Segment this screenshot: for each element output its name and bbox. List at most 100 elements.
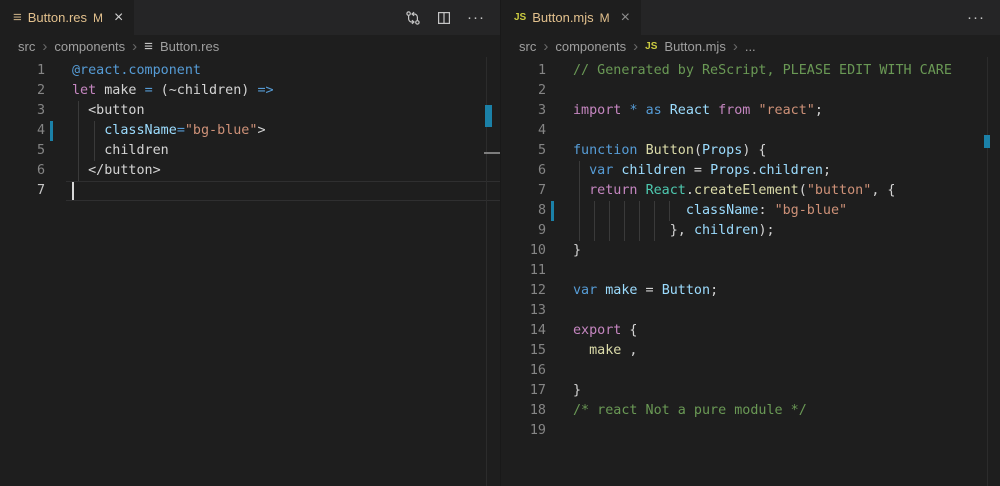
code-line[interactable]: 11	[501, 261, 1000, 281]
breadcrumb-components[interactable]: components	[555, 39, 626, 54]
code-line[interactable]: 15 make ,	[501, 341, 1000, 361]
line-number: 8	[501, 201, 546, 221]
overview-ruler-modified-marker	[984, 135, 990, 148]
code-line[interactable]: 6 var children = Props.children;	[501, 161, 1000, 181]
code-line[interactable]: 4 className="bg-blue">	[0, 121, 500, 141]
open-changes-icon[interactable]	[405, 10, 421, 26]
code-text	[546, 81, 573, 101]
code-text: export {	[546, 321, 638, 341]
code-text: <button	[45, 101, 145, 121]
split-editor-icon[interactable]	[436, 10, 452, 26]
code-text	[546, 121, 573, 141]
tabbar-right: JS Button.mjs M × ···	[501, 0, 1000, 35]
gutter-modified-indicator	[551, 201, 554, 221]
res-file-icon: ≡	[13, 10, 22, 25]
code-text	[546, 301, 573, 321]
code-line[interactable]: 7	[0, 181, 500, 201]
tab-button-res[interactable]: ≡ Button.res M ×	[0, 0, 134, 35]
code-line[interactable]: 19	[501, 421, 1000, 441]
breadcrumb-components[interactable]: components	[54, 39, 125, 54]
editor-actions-right: ···	[967, 0, 1000, 35]
tab-button-mjs[interactable]: JS Button.mjs M ×	[501, 0, 641, 35]
code-text: @react.component	[45, 61, 201, 81]
res-file-icon: ≡	[144, 39, 153, 54]
code-line[interactable]: 3 <button	[0, 101, 500, 121]
editor-actions-left: ···	[405, 0, 500, 35]
editor-group-left: ≡ Button.res M ×	[0, 0, 500, 486]
code-text	[45, 181, 72, 201]
code-line[interactable]: 9 }, children);	[501, 221, 1000, 241]
more-actions-icon[interactable]: ···	[467, 9, 485, 26]
code-line[interactable]: 2let make = (~children) =>	[0, 81, 500, 101]
line-number: 3	[501, 101, 546, 121]
vscode-window: ≡ Button.res M ×	[0, 0, 1000, 486]
code-text: className: "bg-blue"	[546, 201, 847, 221]
code-line[interactable]: 6 </button>	[0, 161, 500, 181]
line-number: 6	[501, 161, 546, 181]
breadcrumb-src[interactable]: src	[519, 39, 536, 54]
line-number: 14	[501, 321, 546, 341]
line-number: 13	[501, 301, 546, 321]
line-number: 4	[501, 121, 546, 141]
js-file-icon: JS	[645, 41, 657, 52]
code-text	[546, 261, 573, 281]
line-number: 5	[0, 141, 45, 161]
line-number: 7	[0, 181, 45, 201]
code-line[interactable]: 1// Generated by ReScript, PLEASE EDIT W…	[501, 61, 1000, 81]
line-number: 1	[501, 61, 546, 81]
breadcrumb-file[interactable]: Button.res	[160, 39, 219, 54]
code-line[interactable]: 13	[501, 301, 1000, 321]
code-line[interactable]: 14export {	[501, 321, 1000, 341]
code-text: /* react Not a pure module */	[546, 401, 807, 421]
code-line[interactable]: 12var make = Button;	[501, 281, 1000, 301]
code-line[interactable]: 18/* react Not a pure module */	[501, 401, 1000, 421]
editor-left[interactable]: 1@react.component2let make = (~children)…	[0, 57, 500, 486]
code-text: children	[45, 141, 169, 161]
code-line[interactable]: 8 className: "bg-blue"	[501, 201, 1000, 221]
code-line[interactable]: 16	[501, 361, 1000, 381]
breadcrumb-symbol-ellipsis[interactable]: ...	[745, 39, 756, 54]
close-tab-icon[interactable]: ×	[114, 10, 123, 26]
code-text: make ,	[546, 341, 638, 361]
code-text: }	[546, 381, 581, 401]
more-actions-icon[interactable]: ···	[967, 9, 985, 26]
tab-title: Button.mjs	[532, 10, 593, 25]
chevron-right-icon: ›	[633, 39, 638, 54]
line-number: 11	[501, 261, 546, 281]
tabbar-left: ≡ Button.res M ×	[0, 0, 500, 35]
code-line[interactable]: 2	[501, 81, 1000, 101]
line-number: 15	[501, 341, 546, 361]
code-line[interactable]: 17}	[501, 381, 1000, 401]
code-line[interactable]: 5 children	[0, 141, 500, 161]
code-text: }, children);	[546, 221, 775, 241]
breadcrumb-src[interactable]: src	[18, 39, 35, 54]
code-text: let make = (~children) =>	[45, 81, 274, 101]
code-line[interactable]: 5function Button(Props) {	[501, 141, 1000, 161]
line-number: 10	[501, 241, 546, 261]
modified-badge: M	[93, 11, 103, 25]
code-line[interactable]: 1@react.component	[0, 61, 500, 81]
chevron-right-icon: ›	[42, 39, 47, 54]
code-line[interactable]: 10}	[501, 241, 1000, 261]
close-tab-icon[interactable]: ×	[621, 10, 630, 26]
line-number: 3	[0, 101, 45, 121]
editor-right[interactable]: 1// Generated by ReScript, PLEASE EDIT W…	[501, 57, 1000, 486]
breadcrumbs-right: src › components › JS Button.mjs › ...	[501, 35, 1000, 57]
breadcrumb-file[interactable]: Button.mjs	[664, 39, 725, 54]
modified-badge: M	[600, 11, 610, 25]
tab-title: Button.res	[28, 10, 87, 25]
chevron-right-icon: ›	[132, 39, 137, 54]
code-text: </button>	[45, 161, 161, 181]
line-number: 6	[0, 161, 45, 181]
line-number: 5	[501, 141, 546, 161]
overview-ruler-modified-marker	[485, 105, 492, 127]
code-text: import * as React from "react";	[546, 101, 823, 121]
code-line[interactable]: 7 return React.createElement("button", {	[501, 181, 1000, 201]
code-line[interactable]: 4	[501, 121, 1000, 141]
code-text	[546, 421, 573, 441]
code-line[interactable]: 3import * as React from "react";	[501, 101, 1000, 121]
line-number: 9	[501, 221, 546, 241]
code-text	[546, 361, 573, 381]
chevron-right-icon: ›	[733, 39, 738, 54]
line-number: 2	[0, 81, 45, 101]
